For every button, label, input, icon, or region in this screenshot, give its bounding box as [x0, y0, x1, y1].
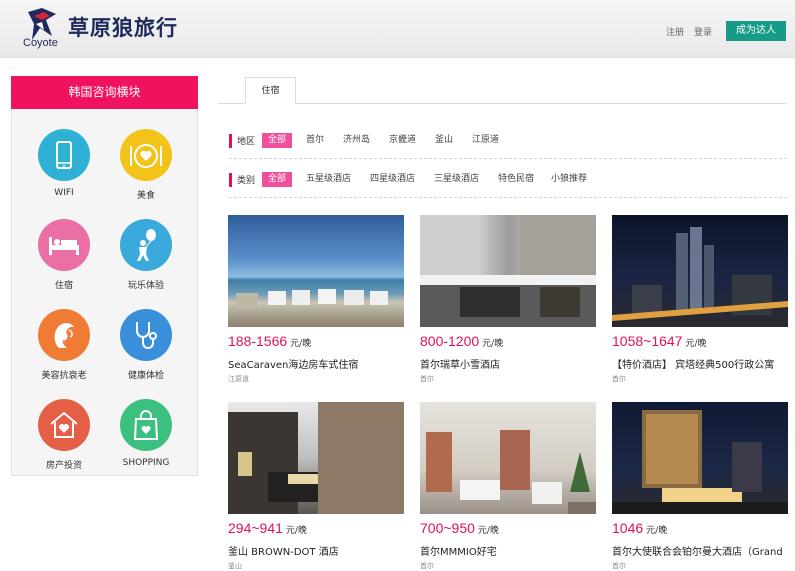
house-heart-icon — [38, 399, 90, 451]
woman-profile-icon — [38, 309, 90, 361]
login-link[interactable]: 登录 — [694, 25, 712, 38]
sidebar-item-beauty[interactable]: 美容抗衰老 — [29, 309, 99, 381]
region-option-all[interactable]: 全部 — [262, 133, 293, 148]
region-option-gyeonggi[interactable]: 京畿道 — [389, 133, 416, 148]
price-value: 700~950 — [420, 520, 475, 536]
listing-card[interactable]: 188-1566 元/晚 SeaCaraven海边房车式住宿 江原道 — [228, 215, 404, 384]
sidebar-item-health-checkup[interactable]: 健康体检 — [111, 309, 181, 381]
category-option-five-star[interactable]: 五星级酒店 — [306, 172, 351, 187]
bed-icon — [38, 219, 90, 271]
price-value: 188-1566 — [228, 333, 288, 349]
filter-marker — [229, 173, 232, 187]
listing-price: 294~941 元/晚 — [228, 518, 404, 538]
sidebar-item-label: 住宿 — [54, 281, 73, 291]
sidebar-item-lodging[interactable]: 住宿 — [29, 219, 99, 291]
hotel-street-image[interactable] — [228, 402, 404, 514]
listing-card[interactable]: 700~950 元/晚 首尔MMMIO好宅 首尔 — [420, 402, 596, 571]
listing-title[interactable]: 首尔瑞草小雪酒店 — [420, 356, 596, 371]
sidebar-item-label: 玩乐体验 — [127, 281, 164, 291]
korea-consult-sidebar: 韩国咨询横块 WIFI 美食 住宿 玩乐体验 美容抗衰老 健康体检 房产投资 S… — [11, 76, 198, 476]
listing-location: 首尔 — [420, 562, 434, 570]
become-expert-button[interactable]: 成为达人 — [726, 21, 786, 41]
hotel-night-image[interactable] — [612, 402, 788, 514]
listing-card[interactable]: 1058~1647 元/晚 【特价酒店】 宾塔经典500行政公寓 首尔 — [612, 215, 788, 384]
sidebar-title: 韩国咨询横块 — [11, 76, 198, 109]
listing-location: 釜山 — [228, 562, 242, 570]
category-option-four-star[interactable]: 四星级酒店 — [370, 172, 415, 187]
region-option-gangwon[interactable]: 江原道 — [472, 133, 499, 148]
listing-price: 800-1200 元/晚 — [420, 331, 596, 351]
price-value: 294~941 — [228, 520, 283, 536]
sidebar-item-real-estate[interactable]: 房产投资 — [29, 399, 99, 471]
price-unit: 元/晚 — [482, 339, 504, 349]
stethoscope-icon — [120, 309, 172, 361]
listing-title[interactable]: SeaCaraven海边房车式住宿 — [228, 356, 404, 371]
price-value: 1058~1647 — [612, 333, 683, 349]
filter-divider — [229, 197, 787, 198]
tab-lodging[interactable]: 住宿 — [245, 77, 296, 104]
sidebar-item-label: 美食 — [136, 191, 155, 201]
beach-caravans-image[interactable] — [228, 215, 404, 327]
sidebar-item-entertainment[interactable]: 玩乐体验 — [111, 219, 181, 291]
category-option-all[interactable]: 全部 — [262, 172, 293, 187]
living-room-image[interactable] — [420, 402, 596, 514]
listing-card[interactable]: 800-1200 元/晚 首尔瑞草小雪酒店 首尔 — [420, 215, 596, 384]
price-unit: 元/晚 — [477, 526, 499, 536]
sidebar-item-food[interactable]: 美食 — [111, 129, 181, 201]
sidebar-item-label: 房产投资 — [45, 461, 82, 471]
sidebar-item-label: WIFI — [54, 188, 74, 198]
listing-location: 首尔 — [612, 562, 626, 570]
listing-title[interactable]: 首尔大使联合会铂尔曼大酒店（Grand — [612, 543, 788, 558]
region-filter-label: 地区 — [237, 137, 256, 147]
hotel-entrance-image[interactable] — [420, 215, 596, 327]
listing-location: 江原道 — [228, 375, 249, 383]
listing-location: 首尔 — [612, 375, 626, 383]
listing-title[interactable]: 【特价酒店】 宾塔经典500行政公寓 — [612, 356, 788, 371]
logo-chinese-text[interactable]: 草原狼旅行 — [68, 12, 178, 42]
listing-title[interactable]: 首尔MMMIO好宅 — [420, 543, 596, 558]
phone-icon — [38, 129, 90, 181]
category-option-guesthouse[interactable]: 特色民宿 — [498, 172, 534, 187]
region-filter: 地区 全部 首尔 济州岛 京畿道 釜山 江原道 — [229, 133, 787, 149]
top-header: Coyote 草原狼旅行 注册 登录 成为达人 — [0, 0, 795, 58]
category-filter: 类别 全部 五星级酒店 四星级酒店 三星级酒店 特色民宿 小狼推荐 — [229, 172, 787, 188]
filter-divider — [229, 158, 787, 159]
shopping-bag-icon — [120, 399, 172, 451]
logo-english-text: Coyote — [23, 37, 58, 49]
price-unit: 元/晚 — [290, 339, 312, 349]
region-option-busan[interactable]: 釜山 — [435, 133, 453, 148]
tab-divider — [218, 103, 787, 104]
region-option-jeju[interactable]: 济州岛 — [343, 133, 370, 148]
price-unit: 元/晚 — [646, 526, 668, 536]
sidebar-item-label: 健康体检 — [127, 371, 164, 381]
listing-title[interactable]: 釜山 BROWN-DOT 酒店 — [228, 543, 404, 558]
listing-card[interactable]: 1046 元/晚 首尔大使联合会铂尔曼大酒店（Grand 首尔 — [612, 402, 788, 571]
price-value: 1046 — [612, 520, 644, 536]
listing-price: 188-1566 元/晚 — [228, 331, 404, 351]
plate-heart-icon — [120, 129, 172, 181]
category-option-recommended[interactable]: 小狼推荐 — [551, 172, 587, 187]
price-unit: 元/晚 — [285, 526, 307, 536]
balloon-person-icon — [120, 219, 172, 271]
sidebar-item-wifi[interactable]: WIFI — [29, 129, 99, 198]
listing-price: 700~950 元/晚 — [420, 518, 596, 538]
listing-card[interactable]: 294~941 元/晚 釜山 BROWN-DOT 酒店 釜山 — [228, 402, 404, 571]
price-unit: 元/晚 — [685, 339, 707, 349]
listing-price: 1046 元/晚 — [612, 518, 788, 538]
sidebar-item-shopping[interactable]: SHOPPING — [111, 399, 181, 468]
region-option-seoul[interactable]: 首尔 — [306, 133, 324, 148]
listing-location: 首尔 — [420, 375, 434, 383]
night-skyline-image[interactable] — [612, 215, 788, 327]
sidebar-item-label: 美容抗衰老 — [41, 371, 87, 381]
sidebar-item-label: SHOPPING — [122, 458, 170, 468]
filter-marker — [229, 134, 232, 148]
price-value: 800-1200 — [420, 333, 480, 349]
category-filter-label: 类别 — [237, 176, 256, 186]
category-option-three-star[interactable]: 三星级酒店 — [434, 172, 479, 187]
register-link[interactable]: 注册 — [666, 25, 684, 38]
listing-price: 1058~1647 元/晚 — [612, 331, 788, 351]
